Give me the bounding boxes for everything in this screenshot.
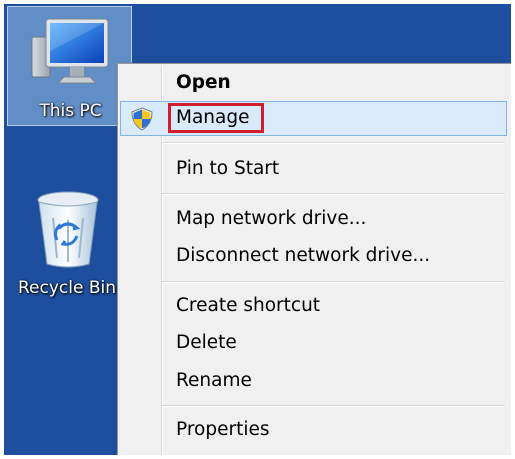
desktop-icon-label: This PC (39, 101, 102, 121)
desktop-icon-label: Recycle Bin (18, 278, 117, 298)
menu-item-label: Rename (176, 370, 252, 391)
menu-separator (162, 142, 505, 143)
menu-item-label: Manage (176, 107, 250, 128)
menu-item-label: Create shortcut (176, 295, 321, 316)
context-menu: Open Manage Pin to Start Map network dri… (117, 63, 511, 455)
menu-item-label: Disconnect network drive... (176, 245, 431, 266)
uac-shield-icon (129, 106, 155, 132)
menu-item-create-shortcut[interactable]: Create shortcut (120, 289, 507, 324)
menu-item-properties[interactable]: Properties (120, 413, 507, 448)
desktop-icon-this-pc[interactable]: This PC (7, 6, 132, 126)
menu-item-disconnect-network-drive[interactable]: Disconnect network drive... (120, 239, 507, 274)
computer-monitor-icon (30, 17, 110, 95)
desktop: This PC Recycle Bin Open Manage Pin to S… (4, 4, 511, 455)
menu-item-manage[interactable]: Manage (120, 101, 507, 136)
recycle-bin-icon (33, 190, 103, 270)
menu-item-delete[interactable]: Delete (120, 326, 507, 361)
menu-item-label: Properties (176, 419, 270, 440)
menu-separator (162, 193, 505, 194)
menu-item-label: Pin to Start (176, 158, 280, 179)
menu-item-open[interactable]: Open (120, 66, 507, 101)
menu-separator (162, 281, 505, 282)
menu-separator (162, 405, 505, 406)
menu-item-pin-to-start[interactable]: Pin to Start (120, 152, 507, 187)
menu-item-map-network-drive[interactable]: Map network drive... (120, 202, 507, 237)
menu-item-label: Open (176, 72, 231, 93)
menu-item-rename[interactable]: Rename (120, 364, 507, 399)
menu-item-label: Map network drive... (176, 208, 367, 229)
menu-item-label: Delete (176, 332, 237, 353)
